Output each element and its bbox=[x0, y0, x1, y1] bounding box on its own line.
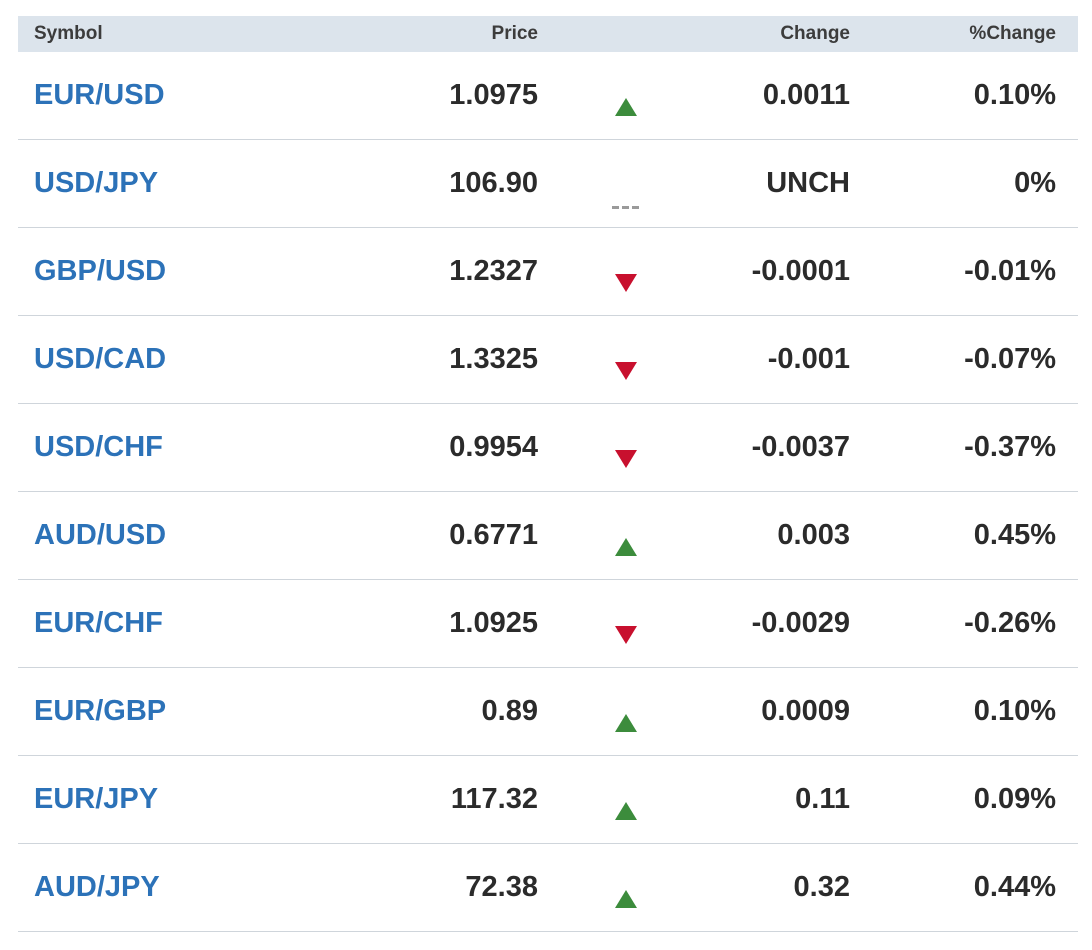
pct-change-cell: -0.37% bbox=[964, 431, 1056, 463]
symbol-cell: USD/JPY bbox=[18, 167, 418, 200]
direction-cell bbox=[538, 844, 714, 931]
table-row: GBP/USD 1.2327 -0.0001 -0.01% bbox=[18, 228, 1078, 316]
table-row: AUD/USD 0.6771 0.003 0.45% bbox=[18, 492, 1078, 580]
direction-cell bbox=[538, 228, 714, 315]
triangle-down-icon bbox=[615, 449, 637, 468]
pct-change-cell: -0.07% bbox=[964, 343, 1056, 375]
table-body: EUR/USD 1.0975 0.0011 0.10% USD/JPY 106.90 UNC… bbox=[18, 52, 1078, 932]
symbol-link[interactable]: USD/CHF bbox=[34, 431, 163, 463]
price-cell: 1.3325 bbox=[449, 343, 538, 375]
price-cell: 0.6771 bbox=[449, 519, 538, 551]
triangle-down-icon bbox=[615, 273, 637, 292]
price-cell: 1.0925 bbox=[449, 607, 538, 639]
symbol-cell: EUR/JPY bbox=[18, 783, 418, 816]
direction-cell bbox=[538, 492, 714, 579]
price-cell: 1.0975 bbox=[449, 79, 538, 111]
symbol-cell: GBP/USD bbox=[18, 255, 418, 288]
header-pct-change[interactable]: %Change bbox=[850, 23, 1056, 45]
triangle-up-icon bbox=[615, 537, 637, 556]
price-cell: 0.9954 bbox=[449, 431, 538, 463]
direction-cell bbox=[538, 316, 714, 403]
pct-change-cell: -0.01% bbox=[964, 255, 1056, 287]
direction-cell bbox=[538, 756, 714, 843]
symbol-link[interactable]: AUD/JPY bbox=[34, 871, 160, 903]
direction-cell bbox=[538, 580, 714, 667]
dash-icon bbox=[612, 205, 639, 209]
header-change[interactable]: Change bbox=[714, 23, 850, 45]
change-cell: 0.32 bbox=[793, 871, 850, 903]
table-row: EUR/JPY 117.32 0.11 0.09% bbox=[18, 756, 1078, 844]
change-cell: 0.003 bbox=[777, 519, 850, 551]
direction-cell bbox=[538, 404, 714, 491]
symbol-cell: AUD/USD bbox=[18, 519, 418, 552]
triangle-up-icon bbox=[615, 713, 637, 732]
change-cell: -0.0037 bbox=[751, 431, 850, 463]
table-row: EUR/CHF 1.0925 -0.0029 -0.26% bbox=[18, 580, 1078, 668]
triangle-down-icon bbox=[615, 625, 637, 644]
table-row: USD/CAD 1.3325 -0.001 -0.07% bbox=[18, 316, 1078, 404]
symbol-link[interactable]: USD/JPY bbox=[34, 167, 158, 199]
direction-cell bbox=[538, 52, 714, 139]
symbol-link[interactable]: EUR/CHF bbox=[34, 607, 163, 639]
symbol-link[interactable]: EUR/JPY bbox=[34, 783, 158, 815]
table-header: Symbol Price Change %Change bbox=[18, 16, 1078, 52]
price-cell: 72.38 bbox=[465, 871, 538, 903]
change-cell: -0.0001 bbox=[751, 255, 850, 287]
change-cell: 0.0011 bbox=[762, 79, 850, 111]
price-cell: 106.90 bbox=[449, 167, 538, 199]
symbol-cell: AUD/JPY bbox=[18, 871, 418, 904]
change-cell: 0.0009 bbox=[761, 695, 850, 727]
table-row: EUR/GBP 0.89 0.0009 0.10% bbox=[18, 668, 1078, 756]
change-cell: -0.001 bbox=[767, 343, 850, 375]
pct-change-cell: -0.26% bbox=[964, 607, 1056, 639]
symbol-cell: USD/CHF bbox=[18, 431, 418, 464]
header-price[interactable]: Price bbox=[418, 23, 538, 45]
price-cell: 117.32 bbox=[450, 783, 538, 815]
price-cell: 1.2327 bbox=[449, 255, 538, 287]
table-row: EUR/USD 1.0975 0.0011 0.10% bbox=[18, 52, 1078, 140]
header-symbol[interactable]: Symbol bbox=[18, 23, 418, 45]
pct-change-cell: 0.10% bbox=[973, 695, 1056, 727]
table-row: USD/CHF 0.9954 -0.0037 -0.37% bbox=[18, 404, 1078, 492]
symbol-link[interactable]: GBP/USD bbox=[34, 255, 166, 287]
triangle-up-icon bbox=[615, 801, 637, 820]
symbol-cell: EUR/CHF bbox=[18, 607, 418, 640]
triangle-down-icon bbox=[615, 361, 637, 380]
pct-change-cell: 0.45% bbox=[973, 519, 1056, 551]
pct-change-cell: 0.09% bbox=[973, 783, 1056, 815]
price-cell: 0.89 bbox=[481, 695, 538, 727]
direction-cell bbox=[538, 140, 714, 227]
pct-change-cell: 0% bbox=[1014, 167, 1056, 199]
change-cell: UNCH bbox=[766, 167, 850, 199]
direction-cell bbox=[538, 668, 714, 755]
pct-change-cell: 0.10% bbox=[973, 79, 1056, 111]
table-row: AUD/JPY 72.38 0.32 0.44% bbox=[18, 844, 1078, 932]
pct-change-cell: 0.44% bbox=[973, 871, 1056, 903]
header-direction bbox=[538, 16, 714, 52]
triangle-up-icon bbox=[615, 889, 637, 908]
table-row: USD/JPY 106.90 UNCH 0% bbox=[18, 140, 1078, 228]
symbol-cell: EUR/GBP bbox=[18, 695, 418, 728]
symbol-cell: USD/CAD bbox=[18, 343, 418, 376]
symbol-link[interactable]: EUR/GBP bbox=[34, 695, 166, 727]
symbol-cell: EUR/USD bbox=[18, 79, 418, 112]
triangle-up-icon bbox=[615, 97, 637, 116]
symbol-link[interactable]: AUD/USD bbox=[34, 519, 166, 551]
change-cell: 0.11 bbox=[795, 783, 850, 815]
symbol-link[interactable]: USD/CAD bbox=[34, 343, 166, 375]
currency-quote-table: Symbol Price Change %Change EUR/USD 1.097… bbox=[18, 16, 1078, 932]
symbol-link[interactable]: EUR/USD bbox=[34, 79, 165, 111]
change-cell: -0.0029 bbox=[751, 607, 850, 639]
